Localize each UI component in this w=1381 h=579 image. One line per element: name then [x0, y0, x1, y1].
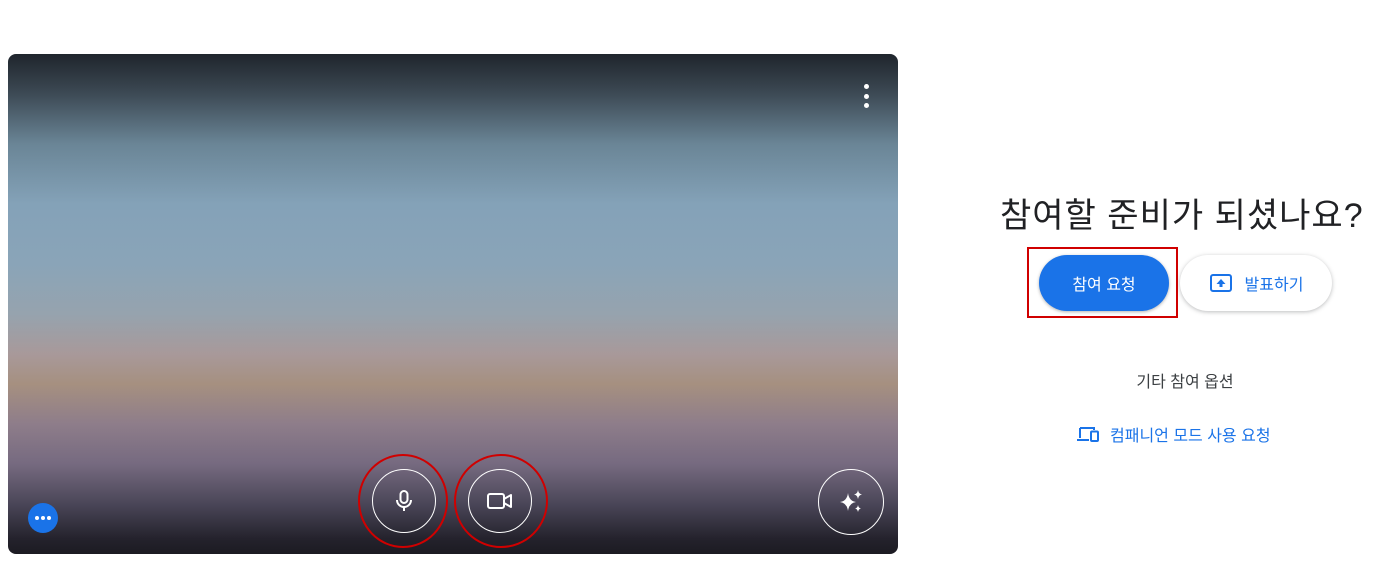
mic-toggle-button[interactable]: [372, 469, 436, 533]
present-to-all-icon: [1209, 274, 1232, 292]
more-options-icon[interactable]: [862, 84, 870, 108]
devices-icon: [1077, 427, 1099, 442]
more-horiz-icon[interactable]: [28, 503, 58, 533]
companion-mode-link[interactable]: 컴패니언 모드 사용 요청: [1076, 422, 1271, 446]
camera-toggle-button[interactable]: [468, 469, 532, 533]
visual-effects-button[interactable]: [818, 469, 884, 535]
sparkle-icon: [840, 490, 862, 512]
videocam-icon: [487, 493, 512, 509]
join-request-button[interactable]: 참여 요청: [1039, 255, 1169, 311]
video-preview: [8, 54, 898, 554]
join-request-label: 참여 요청: [1072, 277, 1136, 294]
microphone-icon: [396, 490, 412, 511]
page-title: 참여할 준비가 되셨나요?: [1000, 197, 1364, 235]
present-label: 발표하기: [1244, 277, 1304, 294]
other-join-options-label: 기타 참여 옵션: [1136, 374, 1234, 391]
companion-mode-label: 컴패니언 모드 사용 요청: [1110, 428, 1271, 445]
present-button[interactable]: 발표하기: [1180, 255, 1332, 311]
